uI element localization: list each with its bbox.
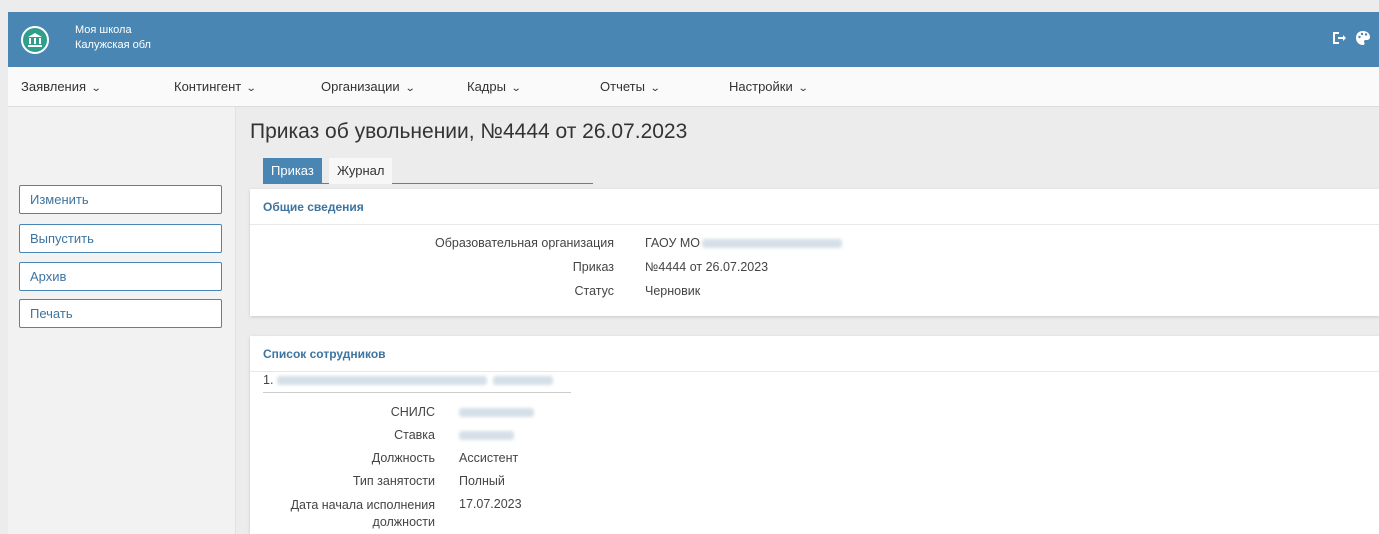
general-info-heading: Общие сведения xyxy=(250,189,1379,225)
org-value-text: ГАОУ МО xyxy=(645,236,700,250)
general-info-card: Общие сведения Образовательная организац… xyxy=(250,189,1379,316)
action-sidebar: Изменить Выпустить Архив Печать xyxy=(8,107,236,534)
chevron-down-icon: ⌄ xyxy=(797,83,809,94)
redacted-birth-date xyxy=(492,376,553,386)
employees-heading: Список сотрудников xyxy=(250,336,1379,372)
redacted-org-name xyxy=(702,239,842,249)
nav-label: Организации xyxy=(321,79,400,94)
tab-order[interactable]: Приказ xyxy=(263,158,322,184)
tab-journal[interactable]: Журнал xyxy=(329,158,393,184)
snils-value xyxy=(459,405,534,419)
snils-label: СНИЛС xyxy=(390,405,435,419)
chevron-down-icon: ⌄ xyxy=(245,83,257,94)
status-label: Статус xyxy=(574,284,614,298)
nav-label: Заявления xyxy=(21,79,87,94)
redacted-rate xyxy=(459,431,514,441)
chevron-down-icon: ⌄ xyxy=(649,83,661,94)
order-label: Приказ xyxy=(572,260,614,274)
nav-organizations[interactable]: Организации ⌄ xyxy=(321,79,416,94)
print-button[interactable]: Печать xyxy=(19,299,222,328)
palette-icon[interactable] xyxy=(1355,30,1371,46)
order-value: №4444 от 26.07.2023 xyxy=(645,260,769,274)
chevron-down-icon: ⌄ xyxy=(510,83,522,94)
school-info[interactable]: Моя школа Калужская обл xyxy=(75,23,151,53)
issue-button[interactable]: Выпустить xyxy=(19,224,222,253)
archive-button[interactable]: Архив xyxy=(19,262,222,291)
nav-label: Контингент xyxy=(174,79,242,94)
redacted-employee-name xyxy=(276,376,487,386)
position-value: Ассистент xyxy=(459,451,519,465)
chevron-down-icon: ⌄ xyxy=(404,83,416,94)
nav-label: Кадры xyxy=(467,79,506,94)
school-region: Калужская обл xyxy=(75,39,151,51)
employees-card: Список сотрудников 1. СНИЛС Ставка Должн… xyxy=(250,336,1379,534)
org-value: ГАОУ МО xyxy=(645,236,842,250)
start-date-value: 17.07.2023 xyxy=(459,497,522,511)
employment-type-value: Полный xyxy=(459,474,505,488)
nav-contingent[interactable]: Контингент ⌄ xyxy=(174,79,257,94)
employee-index: 1. xyxy=(263,373,274,387)
school-name: Моя школа xyxy=(75,24,132,36)
nav-reports[interactable]: Отчеты ⌄ xyxy=(600,79,661,94)
logout-icon[interactable] xyxy=(1331,30,1347,46)
position-label: Должность xyxy=(371,451,435,465)
tabs: Приказ Журнал xyxy=(263,158,593,184)
school-building-icon[interactable] xyxy=(21,26,49,54)
start-date-label: Дата начала исполнения должности xyxy=(290,498,435,529)
main-nav: Заявления ⌄ Контингент ⌄ Организации ⌄ Кадр… xyxy=(8,67,1379,107)
chevron-down-icon: ⌄ xyxy=(90,83,102,94)
rate-value xyxy=(459,428,514,442)
nav-settings[interactable]: Настройки ⌄ xyxy=(729,79,809,94)
rate-label: Ставка xyxy=(394,428,435,442)
page-title: Приказ об увольнении, №4444 от 26.07.202… xyxy=(250,120,688,143)
redacted-snils xyxy=(459,408,534,418)
employee-entry[interactable]: 1. xyxy=(263,373,553,387)
nav-staff[interactable]: Кадры ⌄ xyxy=(467,79,522,94)
nav-applications[interactable]: Заявления ⌄ xyxy=(21,79,102,94)
divider xyxy=(263,392,571,393)
employment-type-label: Тип занятости xyxy=(352,474,435,488)
nav-label: Отчеты xyxy=(600,79,645,94)
org-label: Образовательная организация xyxy=(434,236,614,250)
status-value: Черновик xyxy=(645,284,701,298)
edit-button[interactable]: Изменить xyxy=(19,185,222,214)
top-bar: Моя школа Калужская обл xyxy=(8,12,1379,67)
nav-label: Настройки xyxy=(729,79,793,94)
